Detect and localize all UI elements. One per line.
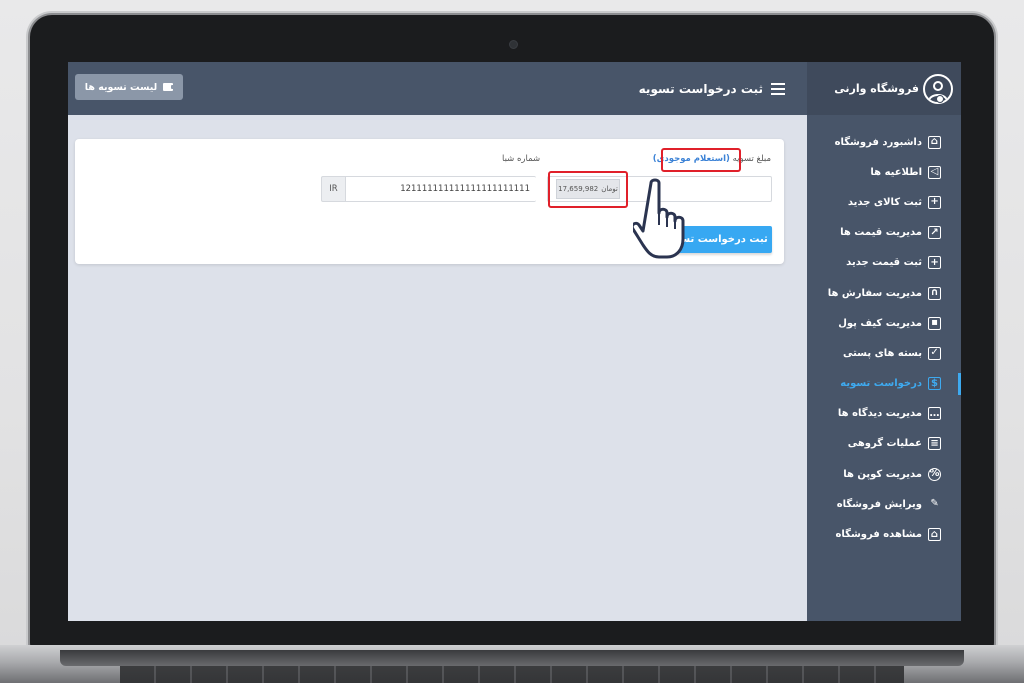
settlement-form-card: مبلغ تسویه (استعلام موجودی) تومان 17,659… bbox=[75, 139, 784, 264]
shopping-bag-icon: ∩ bbox=[928, 286, 941, 300]
sidebar-item-label: مدیریت کوپن ها bbox=[843, 468, 922, 480]
settlement-list-label: لیست تسویه ها bbox=[84, 81, 158, 93]
sidebar-item-label: بسته های پستی bbox=[842, 347, 922, 359]
page-title: ثبت درخواست تسویه bbox=[639, 62, 785, 115]
sidebar-item-view-store[interactable]: ⌂ مشاهده فروشگاه bbox=[807, 519, 961, 549]
topbar: ثبت درخواست تسویه لیست تسویه ها bbox=[68, 62, 807, 115]
bulk-edit-icon: ≡ bbox=[928, 437, 941, 451]
store-icon: ⌂ bbox=[928, 135, 941, 149]
storefront-icon: ⌂ bbox=[928, 528, 941, 542]
package-icon: ✓ bbox=[928, 346, 941, 360]
sidebar-item-label: مدیریت سفارش ها bbox=[827, 287, 922, 299]
cart-add-icon: + bbox=[928, 256, 941, 270]
sidebar-item-announcements[interactable]: ◁ اطلاعیه ها bbox=[807, 157, 961, 187]
sidebar-item-add-price[interactable]: + ثبت قیمت جدید bbox=[807, 248, 961, 278]
store-name: فروشگاه وارنی bbox=[834, 82, 919, 95]
add-box-icon: + bbox=[928, 195, 941, 209]
sidebar-item-label: مدیریت دیدگاه ها bbox=[837, 408, 922, 420]
menu-icon[interactable] bbox=[771, 82, 785, 95]
chart-line-icon: ↗ bbox=[928, 226, 941, 240]
sidebar-item-settlement[interactable]: $ درخواست تسویه bbox=[807, 369, 961, 399]
webcam bbox=[509, 40, 518, 49]
comments-icon: … bbox=[928, 407, 941, 421]
sidebar-item-dashboard[interactable]: ⌂ داشبورد فروشگاه bbox=[807, 127, 961, 157]
sidebar-item-edit-store[interactable]: ✎ ویرایش فروشگاه bbox=[807, 489, 961, 519]
sidebar-item-prices[interactable]: ↗ مدیریت قیمت ها bbox=[807, 218, 961, 248]
sidebar-item-orders[interactable]: ∩ مدیریت سفارش ها bbox=[807, 278, 961, 308]
highlight-inquiry-box bbox=[661, 148, 741, 172]
sidebar-item-add-product[interactable]: + ثبت کالای جدید bbox=[807, 187, 961, 217]
page-title-text: ثبت درخواست تسویه bbox=[638, 81, 763, 96]
sidebar-item-comments[interactable]: … مدیریت دیدگاه ها bbox=[807, 399, 961, 429]
coupon-icon: % bbox=[928, 467, 941, 481]
sidebar-item-label: مدیریت قیمت ها bbox=[840, 227, 922, 239]
sidebar-item-label: مدیریت کیف پول bbox=[838, 317, 922, 329]
wallet-icon: ▪ bbox=[928, 316, 941, 330]
online-status-dot bbox=[936, 95, 944, 103]
screen: ثبت درخواست تسویه لیست تسویه ها مبلغ تسو… bbox=[68, 62, 961, 621]
highlight-amount-box bbox=[548, 171, 628, 208]
settlement-icon: $ bbox=[928, 377, 941, 391]
keyboard-edge bbox=[120, 666, 904, 683]
sidebar-item-bulk[interactable]: ≡ عملیات گروهی bbox=[807, 429, 961, 459]
laptop-hinge bbox=[60, 650, 964, 666]
sidebar-item-packages[interactable]: ✓ بسته های پستی bbox=[807, 338, 961, 368]
sheba-input[interactable] bbox=[345, 176, 536, 202]
sidebar-item-label: ثبت کالای جدید bbox=[847, 196, 922, 208]
sidebar-menu: ⌂ داشبورد فروشگاه ◁ اطلاعیه ها + ثبت کالای … bbox=[807, 115, 961, 550]
settlement-list-button[interactable]: لیست تسویه ها bbox=[75, 74, 183, 100]
sidebar-item-label: ثبت قیمت جدید bbox=[846, 257, 922, 269]
sidebar-item-wallet[interactable]: ▪ مدیریت کیف پول bbox=[807, 308, 961, 338]
wallet-icon bbox=[163, 83, 176, 91]
sheba-prefix: IR bbox=[321, 176, 346, 202]
megaphone-icon: ◁ bbox=[928, 165, 941, 179]
pencil-icon: ✎ bbox=[930, 498, 939, 510]
sidebar-item-label: اطلاعیه ها bbox=[870, 166, 922, 178]
sidebar-item-label: ویرایش فروشگاه bbox=[836, 498, 922, 510]
sidebar-item-label: داشبورد فروشگاه bbox=[834, 136, 922, 148]
sidebar-item-label: مشاهده فروشگاه bbox=[835, 529, 922, 541]
sidebar-header: فروشگاه وارنی bbox=[807, 62, 961, 115]
sidebar: فروشگاه وارنی ⌂ داشبورد فروشگاه ◁ اطلاعیه … bbox=[807, 62, 961, 621]
pointer-hand-icon bbox=[633, 178, 685, 259]
sidebar-item-label: عملیات گروهی bbox=[847, 438, 922, 450]
sidebar-item-label: درخواست تسویه bbox=[840, 378, 922, 390]
sheba-label: شماره شبا bbox=[502, 154, 541, 164]
sidebar-item-coupons[interactable]: % مدیریت کوپن ها bbox=[807, 459, 961, 489]
